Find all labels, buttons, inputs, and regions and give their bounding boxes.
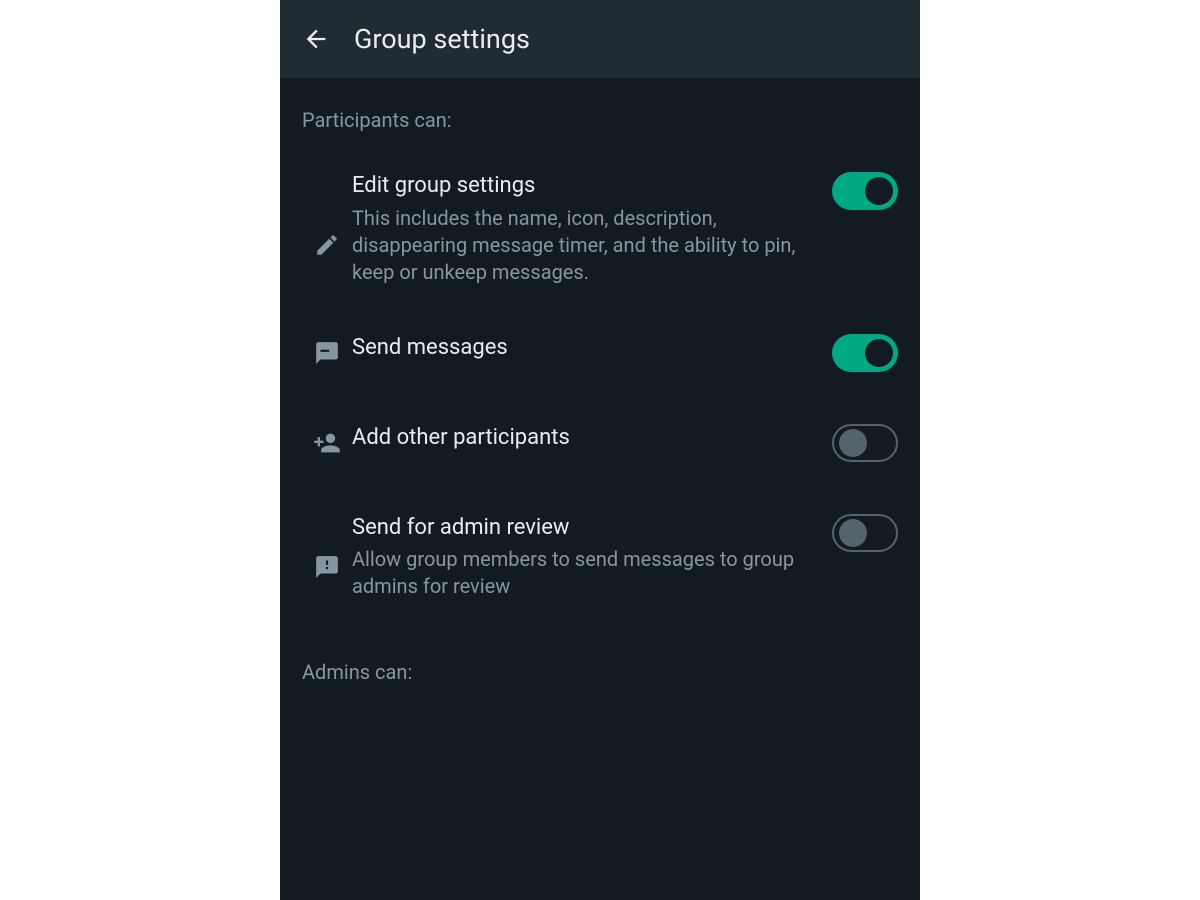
admin-review-row[interactable]: Send for admin review Allow group member… <box>280 490 920 625</box>
admin-review-description: Allow group members to send messages to … <box>352 546 816 600</box>
message-icon <box>314 340 340 366</box>
edit-group-description: This includes the name, icon, descriptio… <box>352 205 816 286</box>
arrow-left-icon <box>302 25 330 53</box>
page-title: Group settings <box>354 23 530 55</box>
participants-section-label: Participants can: <box>280 78 920 156</box>
header: Group settings <box>280 0 920 78</box>
edit-group-toggle[interactable] <box>832 172 898 210</box>
send-messages-row[interactable]: Send messages <box>280 310 920 400</box>
edit-group-title: Edit group settings <box>352 172 816 201</box>
pencil-icon <box>314 232 340 258</box>
admins-section-label: Admins can: <box>280 624 920 708</box>
feedback-icon <box>314 554 340 580</box>
add-participants-title: Add other participants <box>352 424 816 453</box>
content: Participants can: Edit group settings Th… <box>280 78 920 708</box>
edit-group-settings-row[interactable]: Edit group settings This includes the na… <box>280 156 920 310</box>
person-add-icon <box>313 429 341 457</box>
settings-screen: Group settings Participants can: Edit gr… <box>280 0 920 900</box>
admin-review-title: Send for admin review <box>352 514 816 543</box>
add-participants-toggle[interactable] <box>832 424 898 462</box>
add-participants-row[interactable]: Add other participants <box>280 400 920 490</box>
send-messages-toggle[interactable] <box>832 334 898 372</box>
admin-review-toggle[interactable] <box>832 514 898 552</box>
back-button[interactable] <box>300 23 332 55</box>
send-messages-title: Send messages <box>352 334 816 363</box>
